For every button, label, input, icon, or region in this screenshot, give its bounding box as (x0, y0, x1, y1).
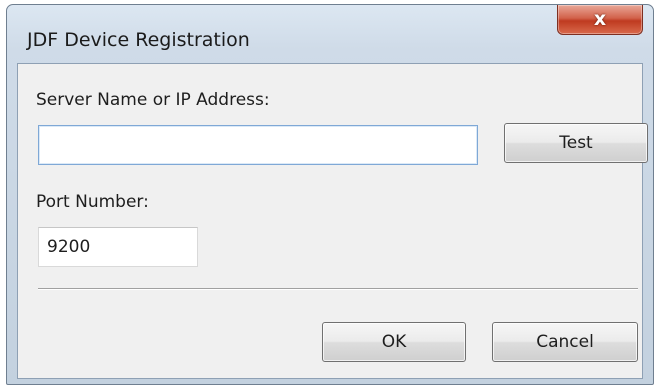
server-label: Server Name or IP Address: (36, 90, 270, 110)
window-title: JDF Device Registration (27, 29, 250, 51)
dialog-window: JDF Device Registration x Server Name or… (6, 4, 654, 385)
separator (38, 288, 638, 290)
port-label: Port Number: (36, 192, 149, 212)
title-bar[interactable]: JDF Device Registration x (7, 5, 653, 55)
close-button[interactable]: x (557, 5, 643, 35)
dialog-body: Server Name or IP Address: Test Port Num… (17, 63, 648, 379)
cancel-button[interactable]: Cancel (492, 322, 638, 362)
test-button[interactable]: Test (504, 123, 648, 163)
ok-button[interactable]: OK (322, 322, 466, 362)
close-icon: x (593, 8, 607, 30)
server-input[interactable] (38, 125, 478, 165)
port-input[interactable] (38, 227, 198, 267)
